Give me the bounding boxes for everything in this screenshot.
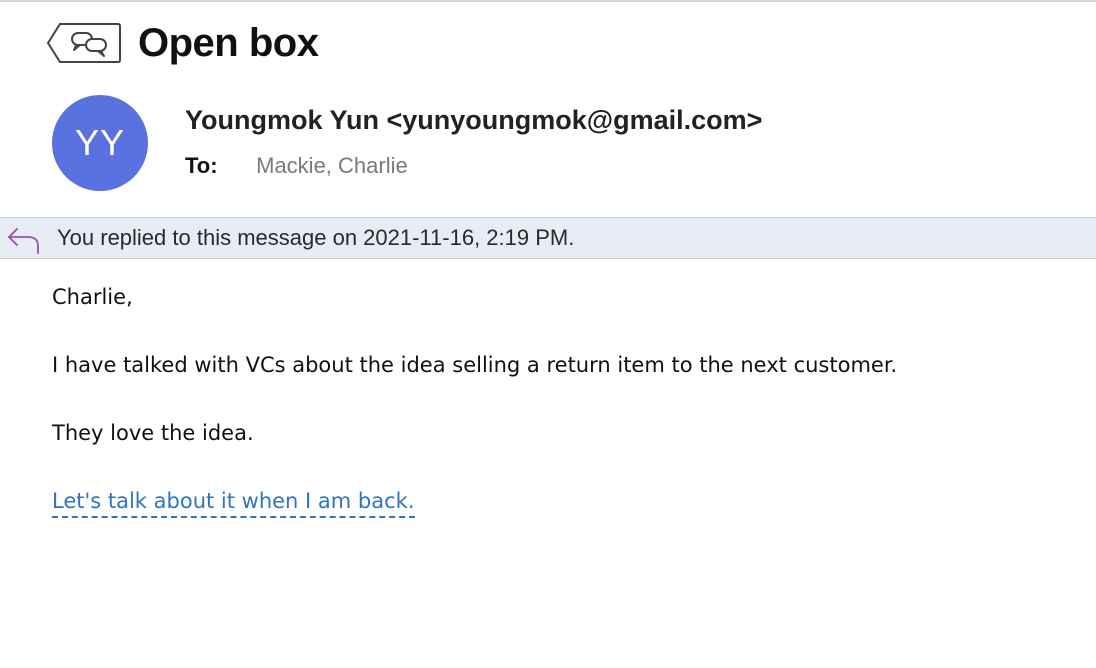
body-paragraph: I have talked with VCs about the idea se…: [52, 353, 898, 377]
body-paragraph: They love the idea.: [52, 421, 254, 445]
link-paragraph: Let's talk about it when I am back.: [52, 484, 1052, 518]
conversation-back-icon: [46, 23, 121, 63]
replied-notice-text: You replied to this message on 2021-11-1…: [57, 225, 575, 250]
reply-arrow-icon: [8, 228, 39, 254]
message-body: Charlie, I have talked with VCs about th…: [52, 280, 1052, 552]
message-header: Open box: [0, 2, 1096, 82]
replied-banner: You replied to this message on 2021-11-1…: [0, 217, 1096, 259]
greeting: Charlie,: [52, 285, 133, 309]
to-label: To:: [185, 153, 218, 178]
recipients-row: To: Mackie, Charlie: [185, 152, 408, 180]
message-subject: Open box: [138, 21, 319, 65]
body-link[interactable]: Let's talk about it when I am back.: [52, 489, 415, 518]
sender-avatar: YY: [52, 95, 148, 191]
sender-name[interactable]: Youngmok Yun <yunyoungmok@gmail.com>: [185, 104, 762, 136]
back-to-conversation-button[interactable]: [46, 22, 122, 64]
recipients-value[interactable]: Mackie, Charlie: [256, 153, 408, 178]
